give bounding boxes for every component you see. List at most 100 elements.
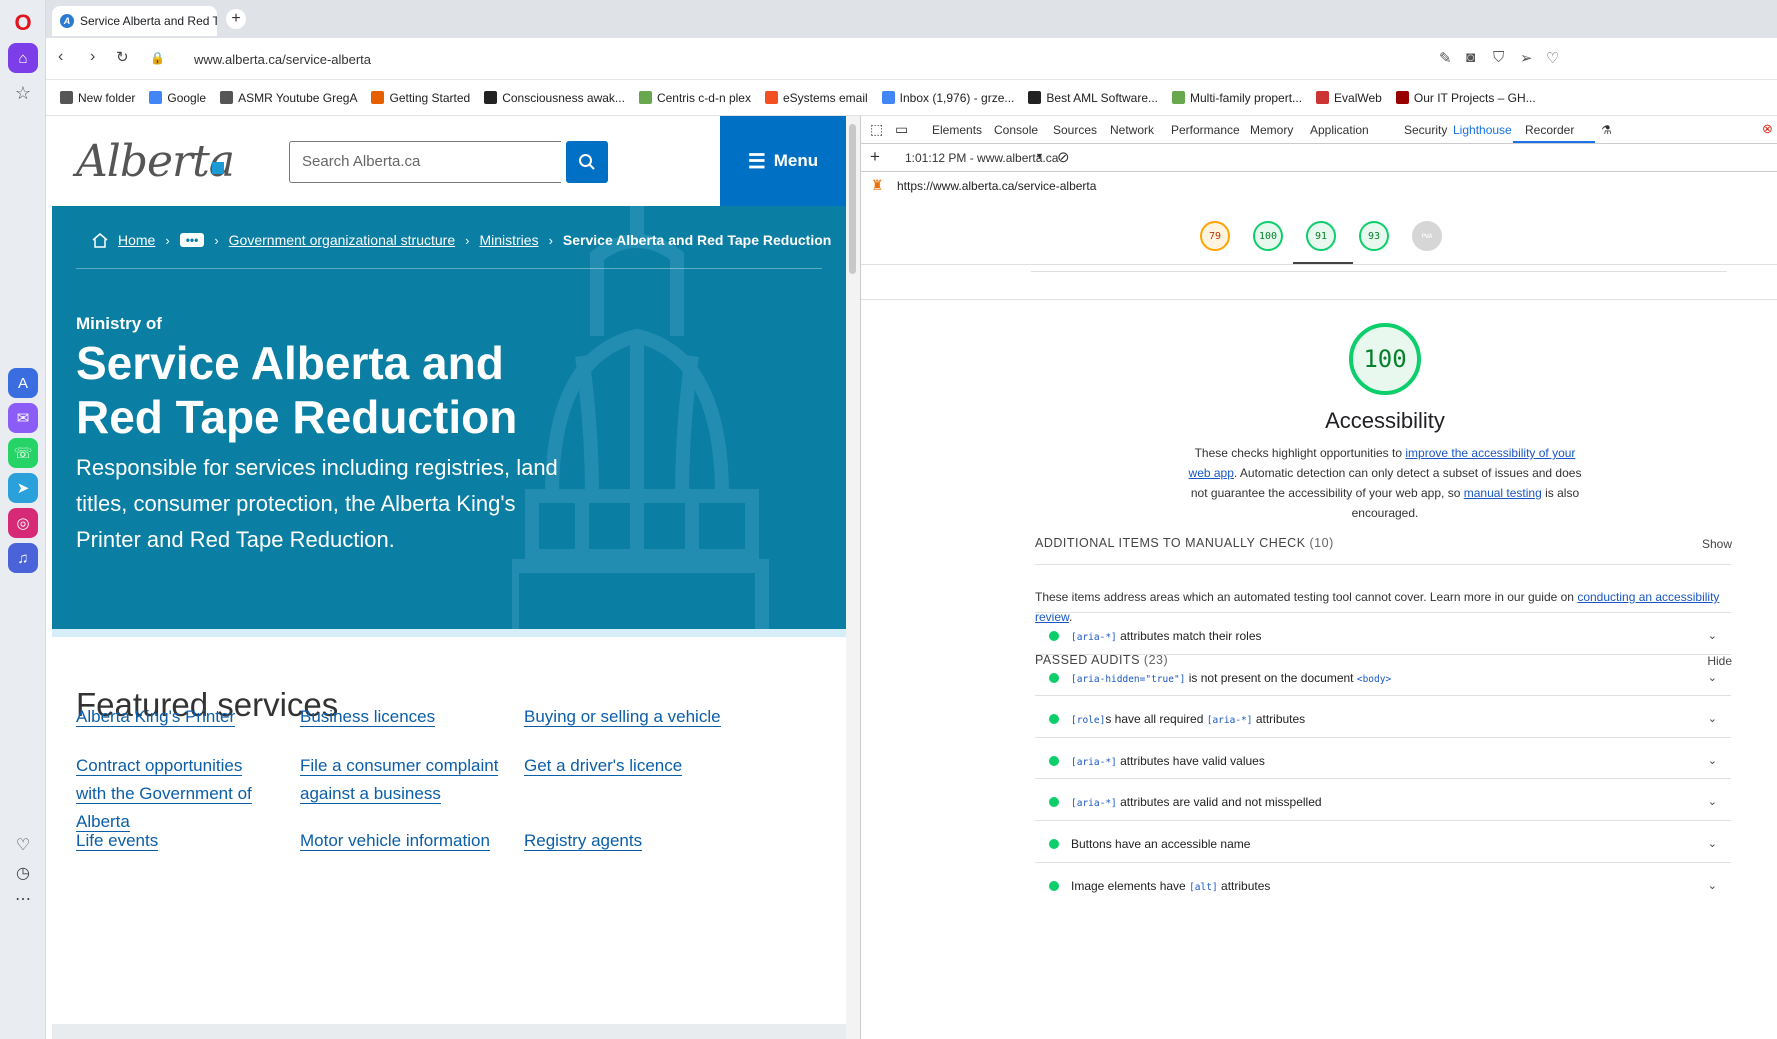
audit-code: [aria-*] (1071, 632, 1117, 643)
audit-row[interactable]: [aria-*] attributes have valid values ⌄ (1035, 736, 1731, 784)
shield-icon[interactable]: ⛉ (1493, 49, 1504, 66)
bookmark-item[interactable]: Our IT Projects – GH... (1395, 91, 1536, 105)
tab-performance[interactable]: Performance (1171, 123, 1240, 137)
arrow-icon (1028, 91, 1042, 104)
breadcrumb-org-structure[interactable]: Government organizational structure (229, 232, 455, 248)
heart-icon[interactable]: ♡ (8, 830, 38, 860)
page-scrollbar[interactable] (846, 116, 860, 1039)
alberta-logo[interactable]: Alberta (76, 136, 235, 187)
menu-button[interactable]: ☰ Menu (720, 116, 846, 206)
clear-icon[interactable]: ⊘ (1057, 148, 1070, 166)
tab-console[interactable]: Console (994, 123, 1038, 137)
chevron-down-icon[interactable]: ⌄ (1708, 712, 1717, 725)
score-gauge[interactable]: 91 (1306, 221, 1336, 251)
bookmark-item[interactable]: Consciousness awak... (484, 91, 625, 105)
chevron-down-icon[interactable]: ⌄ (1708, 754, 1717, 767)
service-link[interactable]: Business licences (300, 703, 500, 731)
send-icon[interactable]: ➢ (1520, 49, 1533, 67)
tab-recorder[interactable]: Recorder (1525, 123, 1574, 137)
reload-icon[interactable]: ↻ (116, 48, 129, 66)
tab-application[interactable]: Application (1310, 123, 1369, 137)
bookmark-item[interactable]: Getting Started (371, 91, 470, 105)
back-icon[interactable]: ‹ (58, 48, 63, 66)
service-link[interactable]: Contract opportunities with the Governme… (76, 752, 276, 836)
lock-icon: 🔒 (150, 51, 165, 65)
player-icon[interactable]: ♫ (8, 543, 38, 573)
breadcrumb-home[interactable]: Home (118, 232, 155, 248)
bookmark-item[interactable]: Multi-family propert... (1172, 91, 1302, 105)
manual-testing-link[interactable]: manual testing (1464, 486, 1542, 500)
show-toggle[interactable]: Show (1702, 537, 1732, 551)
camera-icon[interactable]: ◙ (1466, 49, 1475, 66)
search-input[interactable]: Search Alberta.ca (289, 141, 561, 183)
telegram-icon[interactable]: ➤ (8, 473, 38, 503)
tab-network[interactable]: Network (1110, 123, 1154, 137)
chevron-down-icon[interactable]: ⌄ (1708, 837, 1717, 850)
breadcrumb-ministries[interactable]: Ministries (479, 232, 538, 248)
audit-row[interactable]: [aria-*] attributes match their roles ⌄ (1035, 612, 1731, 659)
report-url[interactable]: https://www.alberta.ca/service-alberta (897, 179, 1096, 193)
service-link[interactable]: Buying or selling a vehicle (524, 703, 724, 731)
scrollbar-thumb[interactable] (849, 124, 856, 274)
aria-icon[interactable]: A (8, 368, 38, 398)
audit-text: attributes (1217, 878, 1271, 893)
bookmark-item[interactable]: Best AML Software... (1028, 91, 1158, 105)
audit-row[interactable]: Image elements have [alt] attributes ⌄ (1035, 861, 1731, 909)
audit-row[interactable]: [aria-*] attributes are valid and not mi… (1035, 778, 1731, 825)
messenger-icon[interactable]: ✉ (8, 403, 38, 433)
tab-security[interactable]: Security (1404, 123, 1447, 137)
opera-logo-icon[interactable]: O (8, 8, 38, 38)
url-field[interactable]: www.alberta.ca/service-alberta (194, 52, 371, 67)
chevron-down-icon[interactable]: ⌄ (1708, 879, 1717, 892)
amazon-icon (484, 91, 498, 104)
service-link[interactable]: Life events (76, 827, 276, 855)
audit-row[interactable]: [aria-hidden="true"] is not present on t… (1035, 653, 1731, 701)
bookmark-item[interactable]: Centris c-d-n plex (638, 91, 751, 105)
new-tab-button[interactable]: + (226, 9, 246, 29)
tab-elements[interactable]: Elements (932, 123, 982, 137)
instagram-icon[interactable]: ◎ (8, 508, 38, 538)
bookmark-item[interactable]: Inbox (1,976) - grze... (881, 91, 1014, 105)
device-toggle-icon[interactable]: ▭ (895, 121, 908, 138)
centris-icon (1172, 91, 1186, 104)
audit-row[interactable]: Buttons have an accessible name ⌄ (1035, 820, 1731, 867)
forward-icon[interactable]: › (90, 48, 95, 66)
chevron-down-icon[interactable]: ⌄ (1708, 671, 1717, 684)
whatsapp-icon[interactable]: ☏ (8, 438, 38, 468)
dropdown-caret-icon[interactable]: ▼ (1035, 151, 1044, 161)
score-gauge[interactable]: 93 (1359, 221, 1389, 251)
star-icon[interactable]: ☆ (8, 78, 38, 108)
bookmark-item[interactable]: ASMR Youtube GregA (220, 91, 357, 105)
bookmark-item[interactable]: Google (149, 91, 206, 105)
chevron-down-icon[interactable]: ⌄ (1708, 629, 1717, 642)
audit-text: attributes are valid and not misspelled (1116, 795, 1322, 810)
score-gauge[interactable]: 79 (1200, 221, 1230, 251)
edit-icon[interactable]: ✎ (1439, 49, 1452, 67)
heart-outline-icon[interactable]: ♡ (1546, 49, 1559, 67)
add-report-icon[interactable]: + (870, 147, 880, 167)
close-devtools-icon[interactable]: ⊗ (1762, 121, 1773, 137)
score-gauge[interactable]: PWA (1412, 221, 1442, 251)
home-icon[interactable]: ⌂ (8, 43, 38, 73)
search-button[interactable] (566, 141, 608, 183)
tab-memory[interactable]: Memory (1250, 123, 1293, 137)
browser-tab[interactable]: A Service Alberta and Red T (52, 6, 217, 36)
more-icon[interactable]: ⋯ (8, 884, 38, 914)
inspect-icon[interactable]: ⬚ (870, 121, 883, 138)
manual-checks-heading[interactable]: ADDITIONAL ITEMS TO MANUALLY CHECK (10) (1035, 536, 1334, 550)
audit-row[interactable]: [role]s have all required [aria-*] attri… (1035, 695, 1731, 742)
service-link[interactable]: Registry agents (524, 827, 724, 855)
bookmark-item[interactable]: EvalWeb (1316, 91, 1382, 105)
service-link[interactable]: Alberta King's Printer (76, 703, 276, 731)
service-link[interactable]: File a consumer complaint against a busi… (300, 752, 500, 808)
service-link[interactable]: Motor vehicle information (300, 827, 500, 855)
bookmark-item[interactable]: eSystems email (764, 91, 868, 105)
chevron-down-icon[interactable]: ⌄ (1708, 795, 1717, 808)
bookmark-item[interactable]: New folder (60, 91, 135, 105)
score-gauge[interactable]: 100 (1253, 221, 1283, 251)
audit-text: is not present on the document (1185, 670, 1357, 685)
service-link[interactable]: Get a driver's licence (524, 752, 724, 780)
tab-lighthouse[interactable]: Lighthouse (1453, 123, 1512, 137)
tab-sources[interactable]: Sources (1053, 123, 1097, 137)
breadcrumb-more-button[interactable]: ••• (179, 233, 205, 247)
